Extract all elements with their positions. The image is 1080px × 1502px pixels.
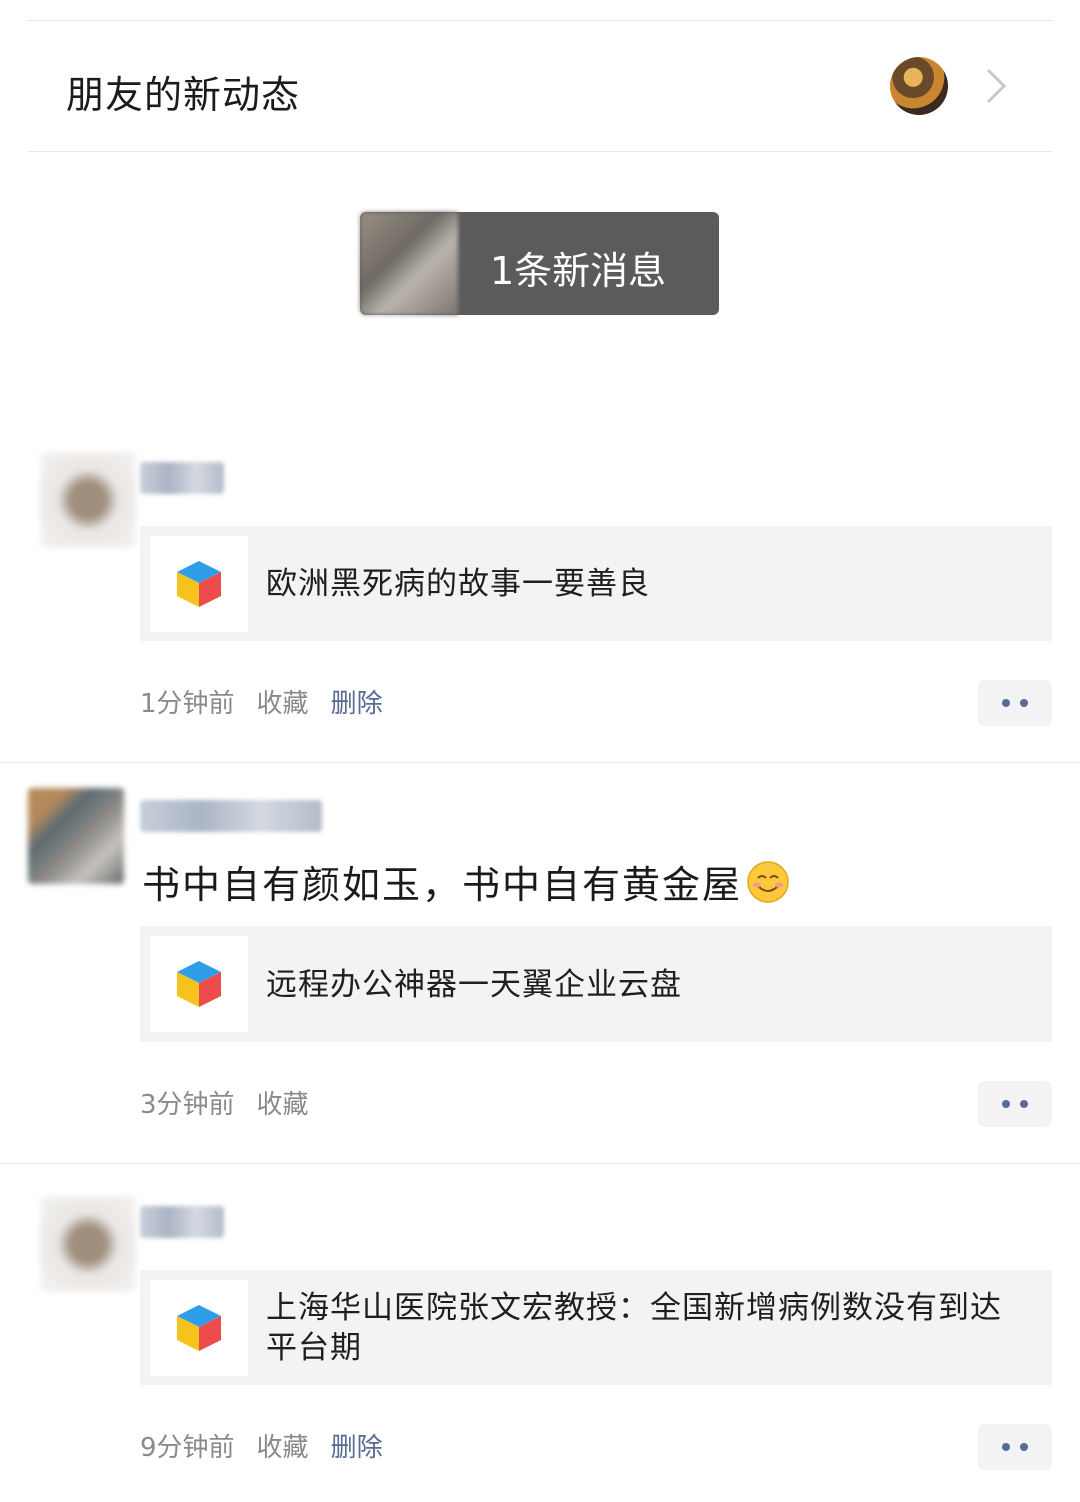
post-text: 书中自有颜如玉，书中自有黄金屋 bbox=[142, 854, 790, 913]
avatar[interactable] bbox=[40, 452, 136, 548]
nickname[interactable] bbox=[140, 800, 322, 832]
friends-updates-row[interactable]: 朋友的新动态 bbox=[28, 20, 1052, 152]
nickname[interactable] bbox=[140, 462, 224, 494]
post-divider bbox=[0, 1163, 1080, 1164]
favorite-link[interactable]: 收藏 bbox=[257, 1427, 309, 1464]
cube-app-icon bbox=[150, 1280, 248, 1376]
smile-emoji-icon bbox=[746, 860, 790, 913]
delete-link[interactable]: 删除 bbox=[331, 683, 383, 720]
cube-app-icon bbox=[150, 536, 248, 632]
avatar[interactable] bbox=[28, 788, 124, 884]
new-message-notice[interactable]: 1条新消息 bbox=[360, 212, 719, 315]
avatar[interactable] bbox=[40, 1196, 136, 1292]
post-time: 9分钟前 bbox=[140, 1433, 235, 1463]
post-meta: 3分钟前 收藏 bbox=[140, 1084, 309, 1121]
link-card[interactable]: 远程办公神器一天翼企业云盘 bbox=[140, 926, 1052, 1042]
post-time: 3分钟前 bbox=[140, 1090, 235, 1120]
card-title: 上海华山医院张文宏教授：全国新增病例数没有到达平台期 bbox=[266, 1290, 1002, 1366]
delete-link[interactable]: 删除 bbox=[331, 1427, 383, 1464]
more-dots-icon[interactable] bbox=[978, 1081, 1052, 1127]
new-message-label: 1条新消息 bbox=[490, 249, 667, 293]
link-card[interactable]: 欧洲黑死病的故事一要善良 bbox=[140, 526, 1052, 641]
post-meta: 1分钟前 收藏 删除 bbox=[140, 683, 383, 720]
post-divider bbox=[0, 762, 1080, 763]
post-meta: 9分钟前 收藏 删除 bbox=[140, 1427, 383, 1464]
cube-app-icon bbox=[150, 936, 248, 1032]
card-title: 远程办公神器一天翼企业云盘 bbox=[266, 967, 682, 1003]
favorite-link[interactable]: 收藏 bbox=[257, 683, 309, 720]
nickname[interactable] bbox=[140, 1206, 224, 1238]
chevron-right-icon[interactable] bbox=[974, 64, 1018, 108]
link-card[interactable]: 上海华山医院张文宏教授：全国新增病例数没有到达平台期 bbox=[140, 1270, 1052, 1385]
notice-avatar bbox=[360, 212, 458, 315]
more-dots-icon[interactable] bbox=[978, 680, 1052, 726]
more-dots-icon[interactable] bbox=[978, 1424, 1052, 1470]
page-title: 朋友的新动态 bbox=[66, 73, 301, 117]
post-time: 1分钟前 bbox=[140, 689, 235, 719]
favorite-link[interactable]: 收藏 bbox=[257, 1084, 309, 1121]
friend-avatar bbox=[890, 57, 948, 115]
card-title: 欧洲黑死病的故事一要善良 bbox=[266, 566, 650, 602]
